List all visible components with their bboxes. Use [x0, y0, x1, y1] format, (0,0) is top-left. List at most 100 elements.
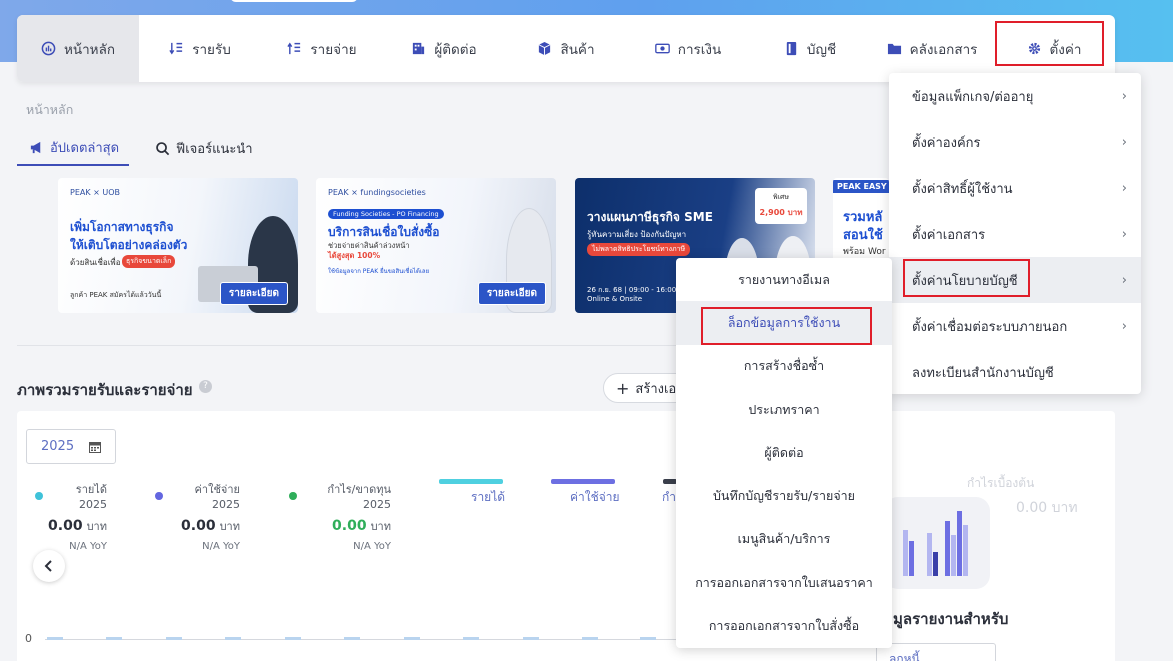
submenu-item-usage-lock[interactable]: ล็อกข้อมูลการใช้งาน — [676, 301, 892, 345]
submenu-item-from-quotation[interactable]: การออกเอกสารจากใบเสนอราคา — [676, 561, 892, 604]
nav-item-finance[interactable]: การเงิน — [627, 15, 749, 82]
nav-item-settings[interactable]: ตั้งค่า — [993, 15, 1115, 82]
income-icon — [169, 42, 183, 55]
create-label: สร้างเอ — [635, 381, 677, 397]
chart-bar — [225, 637, 241, 640]
chart-bar — [582, 637, 598, 640]
menu-label: ตั้งค่าเชื่อมต่อระบบภายนอก — [912, 319, 1068, 335]
nav-item-documents[interactable]: คลังเอกสาร — [871, 15, 993, 82]
settings-item-package[interactable]: ข้อมูลแพ็กเกจ/ต่ออายุ › — [889, 73, 1141, 119]
chart-bar — [47, 637, 63, 640]
banner-line: ลูกค้า PEAK สมัครได้แล้ววันนี้ — [70, 291, 162, 299]
stat-unit: บาท — [86, 520, 107, 533]
nav-item-contacts[interactable]: ผู้ติดต่อ — [383, 15, 505, 82]
stat-yoy: N/A YoY — [202, 541, 240, 552]
stat-label: ค่าใช้จ่าย 2025 — [194, 483, 240, 511]
settings-item-organization[interactable]: ตั้งค่าองค์กร › — [889, 119, 1141, 165]
banner-title: วางแผนภาษีธุรกิจ SME — [587, 210, 713, 224]
chart-bar — [106, 637, 122, 640]
tab-label: อัปเดตล่าสุด — [50, 141, 120, 156]
banner-price-label: พิเศษ — [772, 193, 790, 201]
stat-income: รายได้ 2025 0.00 บาท N/A YoY — [35, 480, 107, 552]
legend-expense-label[interactable]: ค่าใช้จ่าย — [570, 488, 620, 507]
report-chart-icon — [884, 497, 990, 589]
ledger-icon — [786, 41, 797, 56]
submenu-item-product-menu[interactable]: เมนูสินค้า/บริการ — [676, 518, 892, 561]
settings-menu: ข้อมูลแพ็กเกจ/ต่ออายุ › ตั้งค่าองค์กร › ตั… — [889, 73, 1141, 394]
banner-line: พร้อม Wor — [843, 247, 886, 257]
nav-label: สินค้า — [560, 41, 595, 58]
submenu-item-from-purchase-order[interactable]: การออกเอกสารจากใบสั่งซื้อ — [676, 604, 892, 647]
stat-expense: ค่าใช้จ่าย 2025 0.00 บาท N/A YoY — [155, 480, 240, 552]
nav-label: การเงิน — [677, 41, 722, 58]
banner-sub: ได้สูงสุด 100% — [328, 251, 381, 260]
section-title: ภาพรวมรายรับและรายจ่าย — [17, 381, 193, 399]
tab-recommended-features[interactable]: ฟีเจอร์แนะนำ — [143, 133, 263, 166]
menu-label: ตั้งค่าสิทธิ์ผู้ใช้งาน — [912, 181, 1013, 197]
chart-prev-button[interactable] — [33, 550, 65, 582]
settings-item-accounting-policy[interactable]: ตั้งค่านโยบายบัญชี › — [889, 257, 1141, 303]
promo-banner-uob[interactable]: PEAK × UOB เพิ่มโอกาสทางธุรกิจ ให้เติบโต… — [58, 178, 298, 313]
stat-yoy: N/A YoY — [353, 541, 391, 552]
banner-detail-button[interactable]: รายละเอียด — [219, 282, 288, 305]
promo-banner-funding[interactable]: PEAK × fundingsocieties Funding Societie… — [316, 178, 556, 313]
chart-bar — [285, 637, 301, 640]
tab-latest-updates[interactable]: อัปเดตล่าสุด — [17, 133, 130, 166]
plus-icon: + — [616, 378, 630, 398]
legend-profit-label[interactable]: กำ — [662, 488, 676, 507]
menu-label: ตั้งค่าองค์กร — [912, 135, 981, 151]
nav-item-income[interactable]: รายรับ — [139, 15, 261, 82]
banner-tag: ธุรกิจขนาดเล็ก — [122, 255, 176, 268]
banner-mode: Online & Onsite — [587, 295, 643, 303]
submenu-item-income-expense-entry[interactable]: บันทึกบัญชีรายรับ/รายจ่าย — [676, 474, 892, 517]
menu-label: ลงทะเบียนสำนักงานบัญชี — [912, 365, 1054, 381]
chevron-right-icon: › — [1121, 88, 1127, 104]
nav-label: รายจ่าย — [310, 41, 357, 58]
legend-income-label[interactable]: รายได้ — [471, 488, 505, 507]
stat-label-row: รายได้ 2025 — [35, 480, 107, 511]
banner-detail-button[interactable]: รายละเอียด — [477, 282, 546, 305]
submenu-item-email-report[interactable]: รายงานทางอีเมล — [676, 258, 892, 301]
chart-bar — [344, 637, 360, 640]
year-picker[interactable]: 2025 — [26, 429, 116, 464]
nav-item-dashboard[interactable]: หน้าหลัก — [17, 15, 139, 82]
nav-label: คลังเอกสาร — [909, 41, 978, 58]
money-icon — [654, 43, 670, 54]
bar-chart-icon — [903, 511, 968, 576]
banner-sub: รู้ทันความเสี่ยง ป้องกันปัญหา — [587, 230, 687, 239]
megaphone-icon — [30, 141, 41, 154]
banner-price-box: พิเศษ 2,900 บาท — [755, 188, 807, 224]
help-icon[interactable]: ? — [199, 380, 212, 393]
dashboard-icon — [41, 41, 56, 56]
stat-label: รายได้ 2025 — [75, 483, 107, 511]
stat-unit: บาท — [370, 520, 391, 533]
chart-bar — [463, 637, 479, 640]
chart-bar — [640, 637, 656, 640]
stat-value-row: 0.00 บาท — [289, 517, 391, 535]
settings-item-integrations[interactable]: ตั้งค่าเชื่อมต่อระบบภายนอก › — [889, 303, 1141, 349]
nav-item-expense[interactable]: รายจ่าย — [261, 15, 383, 82]
chart-bar — [523, 637, 539, 640]
report-ghost-label: กำไรเบื้องต้น — [967, 476, 1035, 490]
settings-item-permissions[interactable]: ตั้งค่าสิทธิ์ผู้ใช้งาน › — [889, 165, 1141, 211]
report-select[interactable]: ลูกหนี้ — [876, 643, 996, 661]
settings-item-register-office[interactable]: ลงทะเบียนสำนักงานบัญชี — [889, 349, 1141, 395]
calendar-icon — [89, 441, 101, 453]
nav-item-products[interactable]: สินค้า — [505, 15, 627, 82]
submenu-item-contacts[interactable]: ผู้ติดต่อ — [676, 431, 892, 474]
stat-value-row: 0.00 บาท — [35, 517, 107, 535]
report-title: อมูลรายงานสำหรับ — [884, 610, 1009, 628]
submenu-item-duplicate-names[interactable]: การสร้างชื่อซ้ำ — [676, 345, 892, 388]
chevron-right-icon: › — [1121, 134, 1127, 150]
expense-dot — [155, 491, 163, 500]
chart-bar — [166, 637, 182, 640]
breadcrumb: หน้าหลัก — [26, 102, 74, 117]
year-value: 2025 — [41, 439, 75, 454]
stat-label-row: ค่าใช้จ่าย 2025 — [155, 480, 240, 511]
settings-item-documents[interactable]: ตั้งค่าเอกสาร › — [889, 211, 1141, 257]
expense-icon — [287, 42, 301, 55]
contacts-icon — [413, 42, 425, 55]
submenu-item-price-types[interactable]: ประเภทราคา — [676, 388, 892, 431]
gear-icon — [1028, 42, 1040, 55]
nav-item-accounting[interactable]: บัญชี — [749, 15, 871, 82]
